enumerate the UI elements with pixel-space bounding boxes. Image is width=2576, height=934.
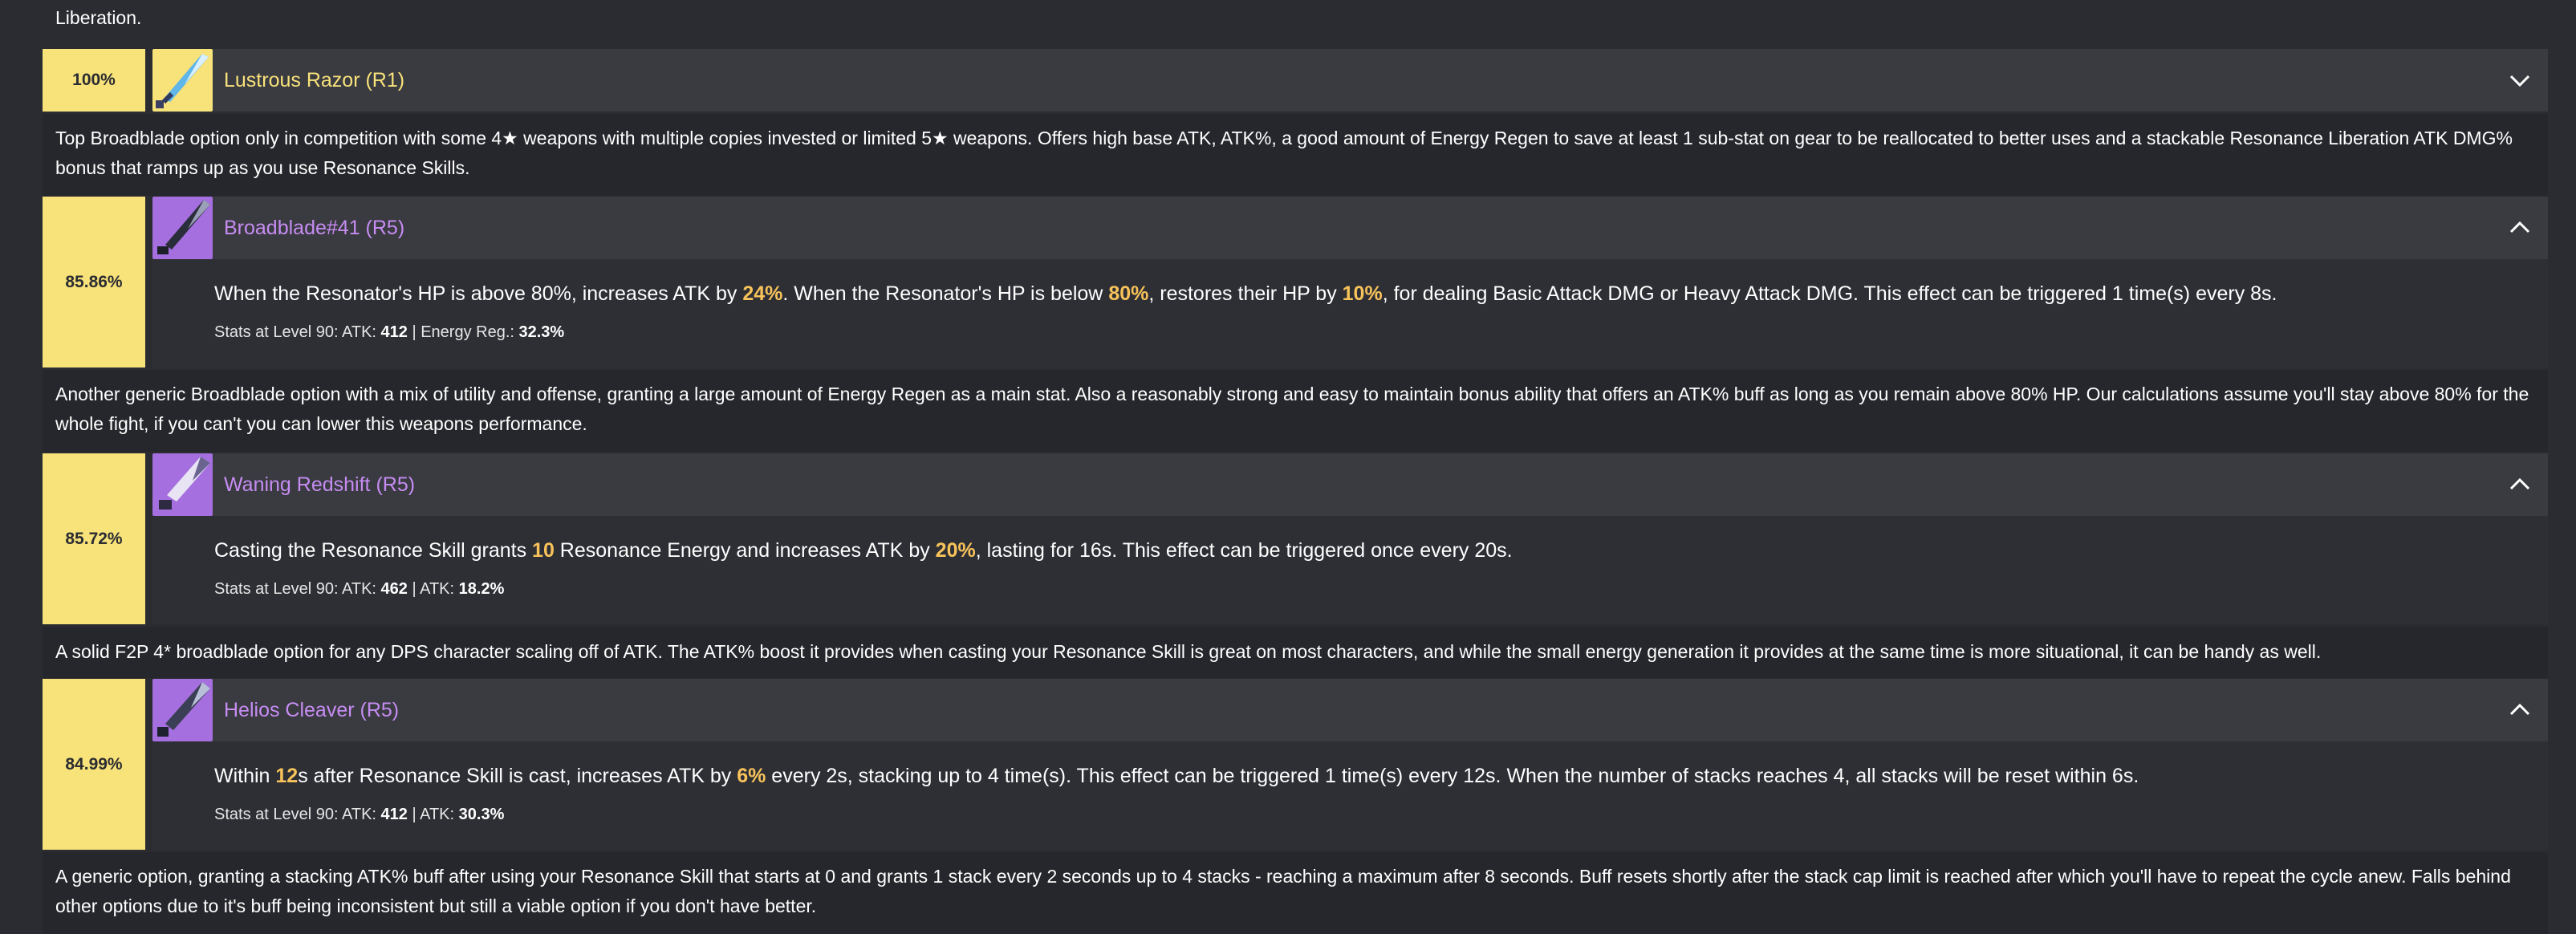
weapon-description: A solid F2P 4* broadblade option for any… [43,627,2548,678]
weapon-row[interactable]: 84.99% Helios Cleaver (R5) Within 12s af… [43,679,2548,850]
weapon-name[interactable]: Lustrous Razor (R1) [224,69,404,92]
weapon-effect: Within 12s after Resonance Skill is cast… [214,765,2139,787]
weapon-stats: Stats at Level 90: ATK: 412 | ATK: 30.3% [214,806,505,823]
weapon-header[interactable]: Waning Redshift (R5) [213,453,2548,516]
weapon-name[interactable]: Broadblade#41 (R5) [224,217,404,240]
score-badge: 85.72% [43,453,145,624]
broadblade-icon [152,197,213,259]
weapon-description: A generic option, granting a stacking AT… [43,852,2548,934]
broadblade-icon [152,679,213,741]
weapon-row[interactable]: 100% Lustrous Razor (R1) [43,49,2548,112]
weapon-name[interactable]: Helios Cleaver (R5) [224,699,399,722]
chevron-up-icon[interactable] [2509,218,2530,238]
weapon-details: Within 12s after Resonance Skill is cast… [152,741,2548,850]
chevron-up-icon[interactable] [2509,700,2530,720]
score-badge: 85.86% [43,197,145,368]
weapon-stats: Stats at Level 90: ATK: 462 | ATK: 18.2% [214,580,505,598]
weapon-row[interactable]: 85.86% Broadblade#41 (R5) When the Reson… [43,197,2548,368]
weapon-description: Another generic Broadblade option with a… [43,370,2548,452]
weapon-header[interactable]: Helios Cleaver (R5) [213,679,2548,741]
weapon-effect: When the Resonator's HP is above 80%, in… [214,282,2277,305]
weapon-name[interactable]: Waning Redshift (R5) [224,473,415,497]
weapon-row[interactable]: 85.72% Waning Redshift (R5) Casting the … [43,453,2548,624]
score-badge: 100% [43,49,145,112]
broadblade-icon [152,49,213,112]
weapon-description: Top Broadblade option only in competitio… [43,114,2548,196]
weapon-effect: Casting the Resonance Skill grants 10 Re… [214,539,1513,562]
weapon-stats: Stats at Level 90: ATK: 412 | Energy Reg… [214,323,565,341]
broadblade-icon [152,453,213,516]
intro-tail: Liberation. [55,7,142,28]
chevron-down-icon[interactable] [2509,71,2530,90]
weapon-details: When the Resonator's HP is above 80%, in… [152,259,2548,368]
chevron-up-icon[interactable] [2509,475,2530,494]
weapon-header[interactable]: Broadblade#41 (R5) [213,197,2548,259]
weapon-header[interactable]: Lustrous Razor (R1) [213,49,2548,112]
intro-text: Liberation. [43,3,2543,32]
weapon-details: Casting the Resonance Skill grants 10 Re… [152,516,2548,624]
score-badge: 84.99% [43,679,145,850]
